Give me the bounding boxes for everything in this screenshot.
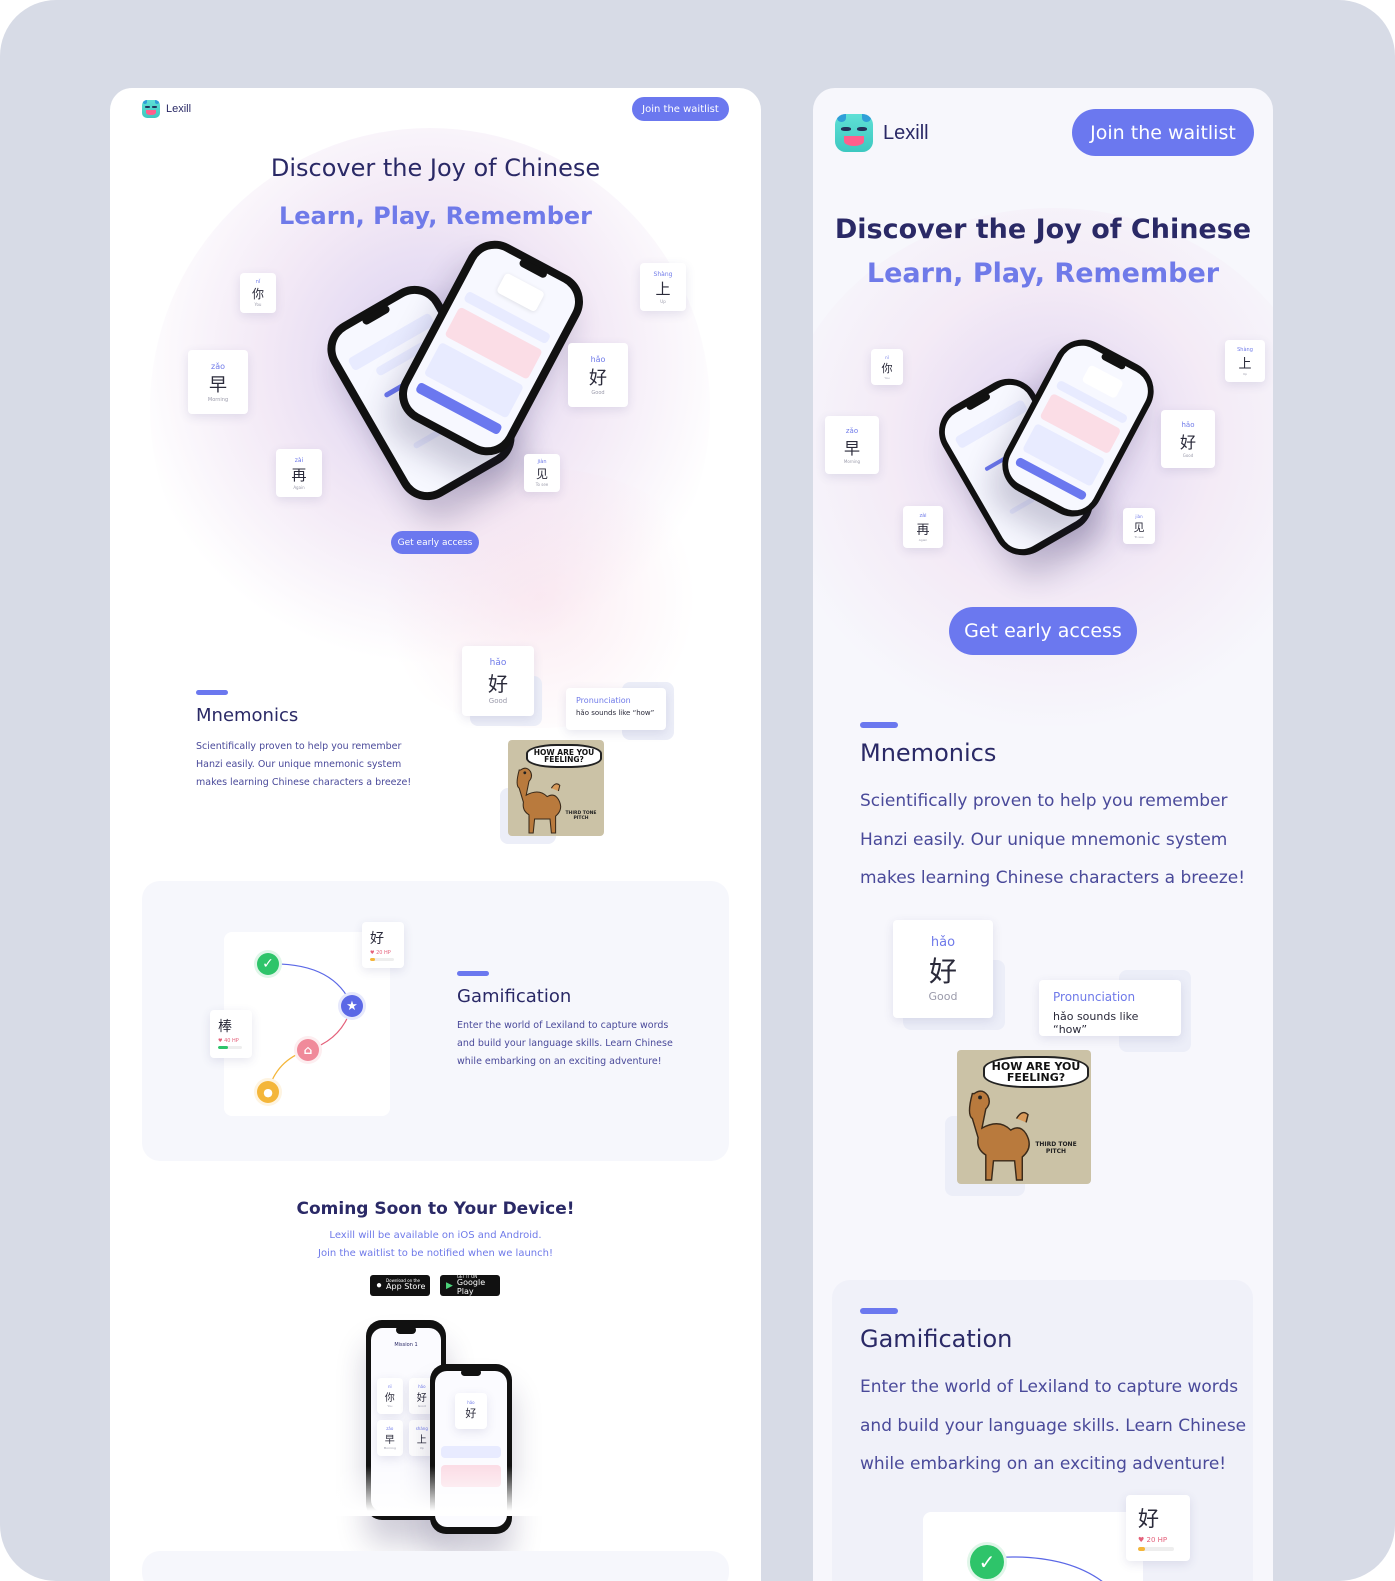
mobile-camel-mnemonic-image: HOW ARE YOU FEELING? THIRD TONE PITCH [957,1050,1091,1184]
camel-mnemonic-image: HOW ARE YOU FEELING? THIRD TONE PITCH [508,740,604,836]
home-node-icon[interactable]: ⌂ [294,1036,322,1064]
hero-card-shang: Shàng 上 Up [640,263,686,311]
google-play-badge[interactable]: ▶ GET IT ON Google Play [440,1274,500,1296]
gamification-heading: Gamification [457,986,572,1007]
brand-logo[interactable]: Lexill [142,100,191,118]
device-card-hao-large: hǎo 好 [454,1392,487,1429]
star-node-icon[interactable]: ★ [338,992,366,1020]
check-node-icon[interactable]: ✓ [254,950,282,978]
apple-icon: ● [376,1280,383,1291]
hp-card-bang: 棒 ♥ 40 HP [210,1010,252,1058]
coming-soon-line1: Lexill will be available on iOS and Andr… [329,1230,542,1241]
next-section-box [142,1551,729,1581]
mobile-get-early-access-button[interactable]: Get early access [949,607,1137,655]
mobile-gamification-body: Enter the world of Lexiland to capture w… [860,1377,1247,1474]
mobile-gamification-heading: Gamification [860,1325,1013,1353]
mnemonics-heading: Mnemonics [196,705,299,726]
play-icon: ▶ [446,1280,453,1290]
device-fade [330,1466,550,1516]
mobile-gamification-accent-bar [860,1308,898,1314]
mobile-hero-card-ni: nǐ 你 You [871,349,903,385]
desktop-preview: Lexill Join the waitlist Discover the Jo… [110,88,761,1581]
hero-card-ni: nǐ 你 You [240,273,276,313]
tone-tag: THIRD TONE PITCH [1035,1141,1077,1155]
mobile-mnemonics-body: Scientifically proven to help you rememb… [860,791,1246,888]
check-node-icon[interactable]: ✓ [967,1542,1007,1581]
mobile-hero-card-zao: zǎo 早 Morning [825,416,879,474]
hp-bar [218,1046,242,1049]
mobile-hp-card-hao: 好 ♥ 20 HP [1126,1495,1190,1561]
mobile-hero-subtitle: Learn, Play, Remember [866,258,1220,289]
mnemonics-body: Scientifically proven to help you rememb… [196,741,412,788]
hp-card-hao: 好 ♥ 20 HP [362,922,404,968]
coming-soon-heading: Coming Soon to Your Device! [296,1199,575,1219]
coming-soon-line2: Join the waitlist to be notified when we… [318,1248,553,1259]
hero-title: Discover the Joy of Chinese [270,154,601,182]
join-waitlist-button[interactable]: Join the waitlist [632,97,729,121]
mobile-mnemonics-accent-bar [860,722,898,728]
camel-illustration [516,767,562,834]
tone-tag: THIRD TONE PITCH [565,811,597,821]
map-path [988,1556,1103,1581]
lexill-logo-icon [835,114,873,152]
mobile-hero-card-shang: Shàng 上 Up [1225,340,1265,382]
hero-card-hao: hǎo 好 Good [568,343,628,407]
gamification-accent-bar [457,971,489,976]
mobile-hero-title: Discover the Joy of Chinese [834,214,1252,245]
mobile-hero-card-hao: hǎo 好 Good [1161,410,1215,468]
mobile-mnemonics-heading: Mnemonics [860,739,997,767]
mnemonics-accent-bar [196,690,228,695]
gamification-body: Enter the world of Lexiland to capture w… [457,1020,673,1067]
get-early-access-button[interactable]: Get early access [391,531,479,554]
app-store-badge[interactable]: ● Download on the App Store [370,1275,430,1296]
hero-card-jian: jiàn 见 To see [524,454,560,492]
mobile-brand-name: Lexill [883,121,929,144]
mobile-preview: Lexill Join the waitlist Discover the Jo… [813,88,1273,1581]
mobile-hero-card-zai: zài 再 Again [903,506,943,548]
device-card-ni: nǐ 你 You [376,1378,403,1414]
bulb-node-icon[interactable]: ● [254,1078,282,1106]
brand-name: Lexill [166,103,192,115]
lexill-logo-icon [142,100,160,118]
mobile-join-waitlist-button[interactable]: Join the waitlist [1072,109,1254,156]
hero-subtitle: Learn, Play, Remember [278,202,593,230]
camel-illustration [968,1090,1030,1181]
mobile-mnemonic-card-hao: hǎo 好 Good [893,920,993,1018]
pronunciation-card: Pronunciation hǎo sounds like “how” [566,688,666,730]
hp-bar [370,958,394,961]
hp-bar [1138,1547,1174,1551]
mobile-hero-card-jian: jiàn 见 To see [1123,508,1155,544]
mobile-lexiland-map: ✓ [923,1512,1143,1581]
canvas-background: Lexill Join the waitlist Discover the Jo… [0,0,1395,1581]
device-card-zao: zǎo 早 Morning [376,1420,403,1456]
hero-card-zao: zǎo 早 Morning [188,350,248,414]
mnemonic-card-hao: hǎo 好 Good [462,646,534,716]
hero-card-zai: zài 再 Again [276,449,322,497]
mobile-pronunciation-card: Pronunciation hǎo sounds like “how” [1039,980,1181,1036]
mobile-brand-logo[interactable]: Lexill [835,114,929,152]
